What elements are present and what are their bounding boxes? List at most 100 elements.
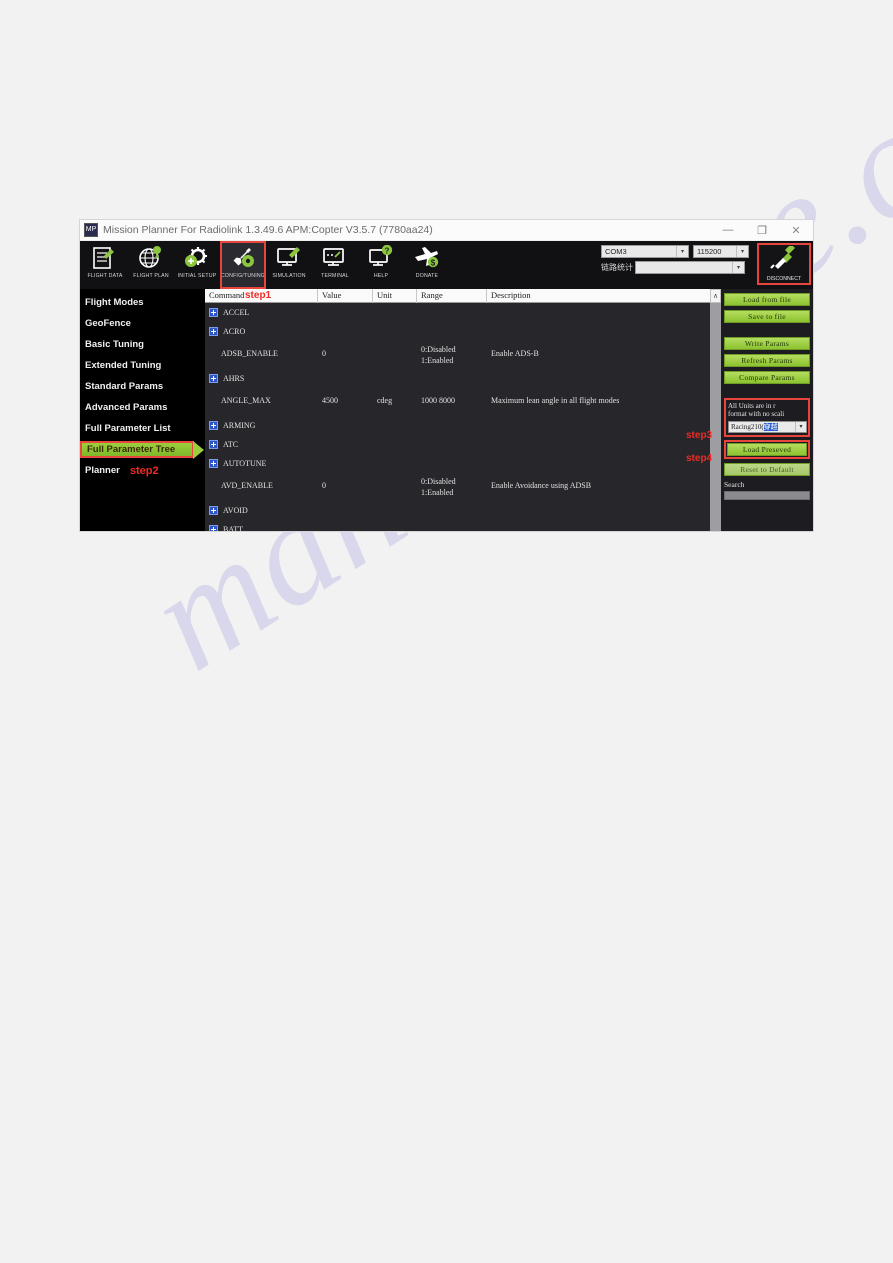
tree-node-row[interactable]: AHRS (205, 369, 721, 388)
sidebar-item-advanced-params[interactable]: Advanced Params (80, 397, 205, 418)
param-range: 0:Disabled 1:Enabled (417, 473, 487, 498)
expand-plus-icon[interactable] (209, 421, 218, 430)
disconnect-plug-icon (769, 244, 799, 275)
column-header-value[interactable]: Value (318, 289, 373, 303)
preset-select[interactable]: Racing210(穿越 ▾ (728, 421, 807, 433)
expand-plus-icon[interactable] (209, 525, 218, 531)
param-value[interactable]: 0 (318, 473, 373, 491)
link-stats-select[interactable]: ▾ (635, 261, 745, 274)
sidebar-item-label: Standard Params (85, 381, 164, 392)
annotation-step2: step2 (129, 464, 159, 477)
toolbar-item-config-tuning[interactable]: CONFIG/TUNING (220, 241, 266, 289)
expand-plus-icon[interactable] (209, 440, 218, 449)
table-row[interactable]: AVD_ENABLE 0 0:Disabled 1:Enabled Enable… (205, 473, 721, 501)
tree-node-row[interactable]: AUTOTUNE (205, 454, 721, 473)
tree-node[interactable]: BATT (205, 525, 243, 531)
load-preset-button[interactable]: Load Preseved (727, 443, 807, 456)
tree-node[interactable]: AUTOTUNE (205, 459, 266, 468)
tree-node[interactable]: ACCEL (205, 308, 249, 317)
tree-node-label: BATT (223, 525, 243, 531)
tree-node[interactable]: ACRO (205, 327, 245, 336)
load-preset-highlight: Load Preseved (724, 440, 810, 459)
sidebar-item-label: Basic Tuning (85, 339, 144, 350)
sidebar-item-full-parameter-tree[interactable]: Full Parameter Tree (80, 441, 204, 459)
chevron-down-icon: ▾ (676, 246, 688, 257)
sidebar-item-full-parameter-list[interactable]: Full Parameter List (80, 418, 205, 439)
baud-rate-value: 115200 (697, 247, 722, 256)
tree-node-row[interactable]: ATC (205, 435, 721, 454)
tree-node-row[interactable]: ACCEL (205, 303, 721, 322)
sidebar-item-label: Extended Tuning (85, 360, 162, 371)
vertical-scrollbar[interactable]: ∧ (710, 289, 721, 531)
expand-plus-icon[interactable] (209, 459, 218, 468)
save-to-file-button[interactable]: Save to file (724, 310, 810, 323)
chevron-down-icon: ▾ (795, 422, 806, 432)
column-header-command[interactable]: Command step1 (205, 289, 318, 303)
tree-node[interactable]: AVOID (205, 506, 248, 515)
preset-value-plain: Racing210( (731, 423, 764, 431)
tree-node[interactable]: ARMING (205, 421, 255, 430)
tree-node-row[interactable]: BATT (205, 520, 721, 531)
param-value[interactable]: 4500 (318, 388, 373, 406)
sidebar-item-flight-modes[interactable]: Flight Modes (80, 292, 205, 313)
toolbar-item-help[interactable]: ? HELP (358, 241, 404, 289)
tree-node-row[interactable]: ARMING (205, 416, 721, 435)
param-range-line: 0:Disabled (421, 345, 456, 354)
toolbar-item-donate[interactable]: $ DONATE (404, 241, 450, 289)
toolbar-label: CONFIG/TUNING (220, 273, 266, 279)
tree-node[interactable]: ATC (205, 440, 238, 449)
toolbar-item-initial-setup[interactable]: INITIAL SETUP (174, 241, 220, 289)
toolbar-label: SIMULATION (272, 273, 306, 279)
sidebar-item-standard-params[interactable]: Standard Params (80, 376, 205, 397)
maximize-button[interactable]: ❐ (745, 220, 779, 240)
sidebar-item-planner[interactable]: Planner step2 (80, 460, 205, 481)
sidebar-item-label: GeoFence (85, 318, 131, 329)
disconnect-label: DISCONNECT (766, 276, 802, 282)
main-toolbar: FLIGHT DATA FLIGHT PLAN INITIAL SETUP CO… (80, 241, 813, 289)
sidebar-item-extended-tuning[interactable]: Extended Tuning (80, 355, 205, 376)
close-button[interactable]: ✕ (779, 220, 813, 240)
tree-node-row[interactable]: AVOID (205, 501, 721, 520)
write-params-button[interactable]: Write Params (724, 337, 810, 350)
scroll-up-arrow-icon[interactable]: ∧ (710, 289, 721, 303)
expand-plus-icon[interactable] (209, 374, 218, 383)
expand-plus-icon[interactable] (209, 506, 218, 515)
sidebar-item-label: Full Parameter List (85, 423, 171, 434)
reset-to-default-button[interactable]: Reset to Default (724, 463, 810, 476)
disconnect-button[interactable]: DISCONNECT (757, 243, 811, 285)
search-label: Search (724, 480, 745, 489)
expand-plus-icon[interactable] (209, 308, 218, 317)
load-from-file-button[interactable]: Load from file (724, 293, 810, 306)
sidebar-item-basic-tuning[interactable]: Basic Tuning (80, 334, 205, 355)
scrollbar-thumb[interactable] (710, 303, 721, 531)
toolbar-item-flight-plan[interactable]: FLIGHT PLAN (128, 241, 174, 289)
param-value[interactable]: 0 (318, 341, 373, 359)
column-header-description[interactable]: Description (487, 289, 721, 303)
param-range-line: 0:Disabled (421, 477, 456, 486)
window-body: Flight Modes GeoFence Basic Tuning Exten… (80, 289, 813, 531)
refresh-params-button[interactable]: Refresh Params (724, 354, 810, 367)
tree-node-row[interactable]: ACRO (205, 322, 721, 341)
tree-node[interactable]: AHRS (205, 374, 244, 383)
tree-node-label: AUTOTUNE (223, 459, 267, 468)
svg-text:?: ? (385, 246, 390, 255)
baud-rate-select[interactable]: 115200 ▾ (693, 245, 749, 258)
sidebar-item-geofence[interactable]: GeoFence (80, 313, 205, 334)
toolbar-item-flight-data[interactable]: FLIGHT DATA (82, 241, 128, 289)
tree-node-label: AHRS (223, 374, 245, 383)
table-row[interactable]: ANGLE_MAX 4500 cdeg 1000 8000 Maximum le… (205, 388, 721, 416)
toolbar-item-simulation[interactable]: SIMULATION (266, 241, 312, 289)
minimize-button[interactable]: — (711, 220, 745, 240)
toolbar-item-terminal[interactable]: TERMINAL (312, 241, 358, 289)
terminal-monitor-icon (321, 244, 349, 272)
expand-plus-icon[interactable] (209, 327, 218, 336)
column-header-range[interactable]: Range (417, 289, 487, 303)
com-port-select[interactable]: COM3 ▾ (601, 245, 689, 258)
column-header-unit[interactable]: Unit (373, 289, 417, 303)
tree-node-label: ARMING (223, 421, 256, 430)
search-input[interactable] (724, 491, 810, 500)
param-unit (373, 341, 417, 348)
table-row[interactable]: ADSB_ENABLE 0 0:Disabled 1:Enabled Enabl… (205, 341, 721, 369)
tree-node-label: AVOID (223, 506, 248, 515)
compare-params-button[interactable]: Compare Params (724, 371, 810, 384)
